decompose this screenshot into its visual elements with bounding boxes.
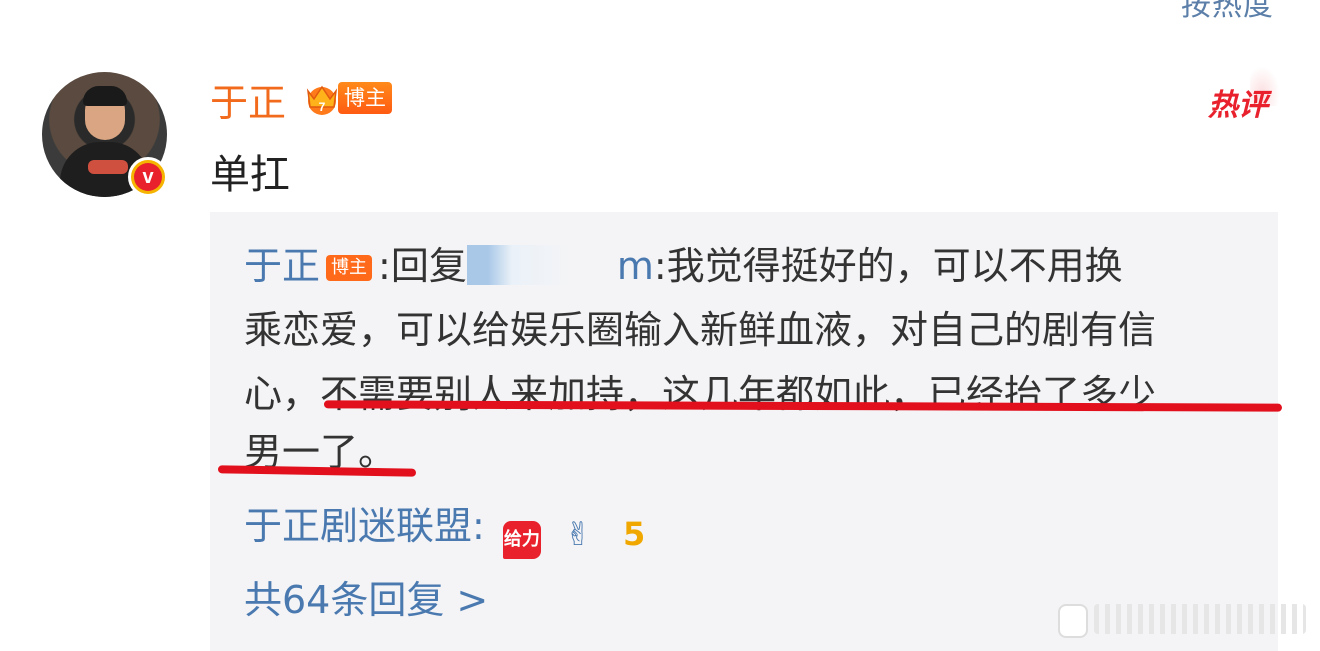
comment-text: 单扛	[210, 152, 290, 198]
watermark-stripes	[1094, 604, 1306, 634]
watermark-logo-icon	[1058, 604, 1088, 638]
verified-icon: v	[128, 157, 168, 197]
sort-label[interactable]: 按热度	[1181, 0, 1274, 24]
reply-text-1: :我觉得挺好的，可以不用换	[653, 244, 1123, 288]
reply-line-2: 乘恋爱，可以给娱乐圈输入新鲜血液，对自己的剧有信	[244, 308, 1157, 352]
watermark	[1058, 602, 1308, 638]
hot-comment-tag: 热评	[1208, 66, 1280, 124]
more-replies-link[interactable]: 共64条回复 >	[244, 576, 488, 624]
reply-prefix: :回复	[378, 244, 467, 288]
fan-reply-author[interactable]: 于正剧迷联盟:	[244, 504, 485, 548]
victory-hand-emoji-icon: ✌	[564, 515, 592, 553]
fan-reply: 于正剧迷联盟: 给力 ✌ 5	[244, 502, 653, 559]
comment-username[interactable]: 于正	[210, 72, 286, 127]
avatar-hair	[83, 86, 127, 106]
reply-line-1: 于正 博主:回复 m:我觉得挺好的，可以不用换	[244, 242, 1244, 290]
reply-target-suffix[interactable]: m	[617, 244, 654, 288]
blogger-badge: 博主	[338, 82, 392, 114]
crown-icon: 7	[306, 85, 338, 115]
reply-author-badge: 博主	[326, 255, 373, 281]
svg-text:7: 7	[319, 100, 326, 114]
five-emoji-icon: 5	[622, 515, 646, 553]
geili-emoji-icon: 给力	[502, 521, 541, 559]
reply-author[interactable]: 于正	[244, 244, 320, 288]
avatar-hand	[88, 160, 128, 174]
redacted-username	[466, 245, 617, 285]
